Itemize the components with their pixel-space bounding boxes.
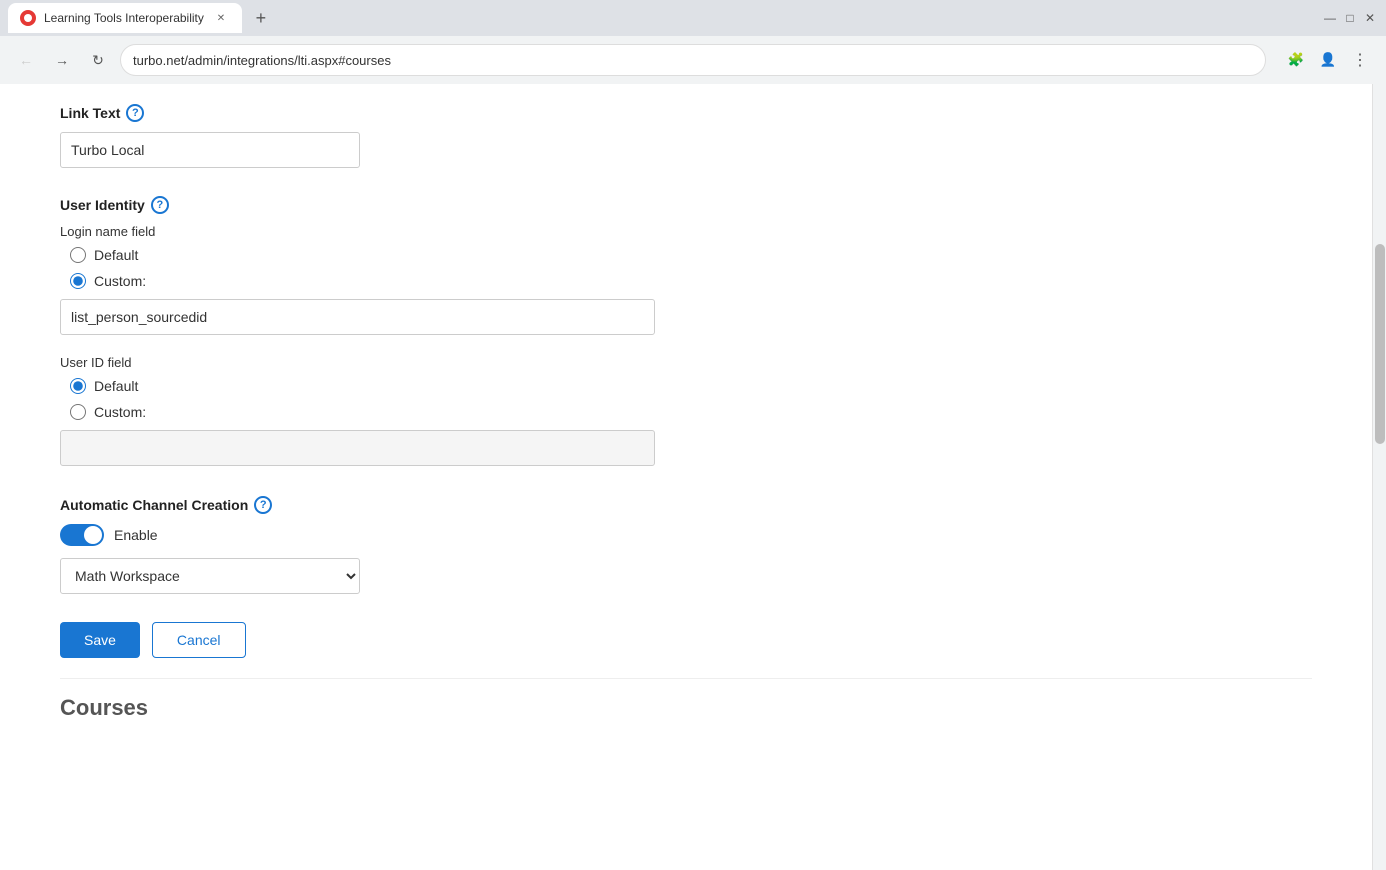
uid-custom-option[interactable]: Custom: (70, 404, 1312, 420)
new-tab-button[interactable]: + (246, 4, 276, 32)
custom-uid-input[interactable] (60, 430, 655, 466)
enable-toggle[interactable] (60, 524, 104, 546)
channel-type-dropdown[interactable]: Math Workspace Science Lab English Class… (60, 558, 360, 594)
cancel-button[interactable]: Cancel (152, 622, 246, 658)
user-identity-help-icon[interactable]: ? (151, 196, 169, 214)
uid-default-radio[interactable] (70, 378, 86, 394)
login-custom-radio[interactable] (70, 273, 86, 289)
automatic-channel-help-icon[interactable]: ? (254, 496, 272, 514)
enable-toggle-wrap: Enable (60, 524, 1312, 546)
login-default-label: Default (94, 247, 138, 263)
tab-close-button[interactable]: ✕ (212, 9, 230, 27)
save-button[interactable]: Save (60, 622, 140, 658)
active-tab[interactable]: Learning Tools Interoperability ✕ (8, 3, 242, 33)
scrollbar-track[interactable] (1372, 84, 1386, 870)
user-id-radio-group: Default Custom: (70, 378, 1312, 420)
login-name-radio-group: Default Custom: (70, 247, 1312, 289)
custom-login-input[interactable] (60, 299, 655, 335)
minimize-button[interactable]: — (1322, 10, 1338, 26)
menu-button[interactable]: ⋮ (1346, 46, 1374, 74)
user-identity-label: User Identity ? (60, 196, 1312, 214)
action-buttons: Save Cancel (60, 622, 1312, 658)
tab-favicon (20, 10, 36, 26)
forward-button[interactable]: → (48, 46, 76, 74)
scrollbar-thumb[interactable] (1375, 244, 1385, 444)
reload-button[interactable]: ↻ (84, 46, 112, 74)
login-default-radio[interactable] (70, 247, 86, 263)
uid-default-option[interactable]: Default (70, 378, 1312, 394)
url-display: turbo.net/admin/integrations/lti.aspx#co… (133, 53, 391, 68)
courses-heading: Courses (60, 678, 1312, 721)
close-button[interactable]: ✕ (1362, 10, 1378, 26)
back-button[interactable]: ← (12, 46, 40, 74)
window-controls: — □ ✕ (1322, 10, 1378, 26)
main-area: Link Text ? User Identity ? Login name f… (0, 84, 1372, 870)
login-custom-label: Custom: (94, 273, 146, 289)
login-default-option[interactable]: Default (70, 247, 1312, 263)
login-custom-option[interactable]: Custom: (70, 273, 1312, 289)
address-bar: ← → ↻ turbo.net/admin/integrations/lti.a… (0, 36, 1386, 84)
tab-title: Learning Tools Interoperability (44, 11, 204, 25)
profile-button[interactable]: 👤 (1314, 46, 1342, 74)
uid-default-label: Default (94, 378, 138, 394)
uid-custom-label: Custom: (94, 404, 146, 420)
automatic-channel-label: Automatic Channel Creation ? (60, 496, 1312, 514)
extensions-button[interactable]: 🧩 (1282, 46, 1310, 74)
uid-custom-radio[interactable] (70, 404, 86, 420)
link-text-label: Link Text ? (60, 104, 1312, 122)
enable-label: Enable (114, 527, 158, 543)
user-identity-section: User Identity ? Login name field Default… (60, 196, 1312, 466)
browser-toolbar: 🧩 👤 ⋮ (1282, 46, 1374, 74)
maximize-button[interactable]: □ (1342, 10, 1358, 26)
automatic-channel-section: Automatic Channel Creation ? Enable Math… (60, 496, 1312, 594)
address-input-wrap[interactable]: turbo.net/admin/integrations/lti.aspx#co… (120, 44, 1266, 76)
link-text-input[interactable] (60, 132, 360, 168)
login-name-field-label: Login name field (60, 224, 1312, 239)
user-id-field-label: User ID field (60, 355, 1312, 370)
page-content: Link Text ? User Identity ? Login name f… (0, 84, 1386, 870)
link-text-help-icon[interactable]: ? (126, 104, 144, 122)
link-text-section: Link Text ? (60, 104, 1312, 168)
title-bar: Learning Tools Interoperability ✕ + — □ … (0, 0, 1386, 36)
toggle-knob (84, 526, 102, 544)
